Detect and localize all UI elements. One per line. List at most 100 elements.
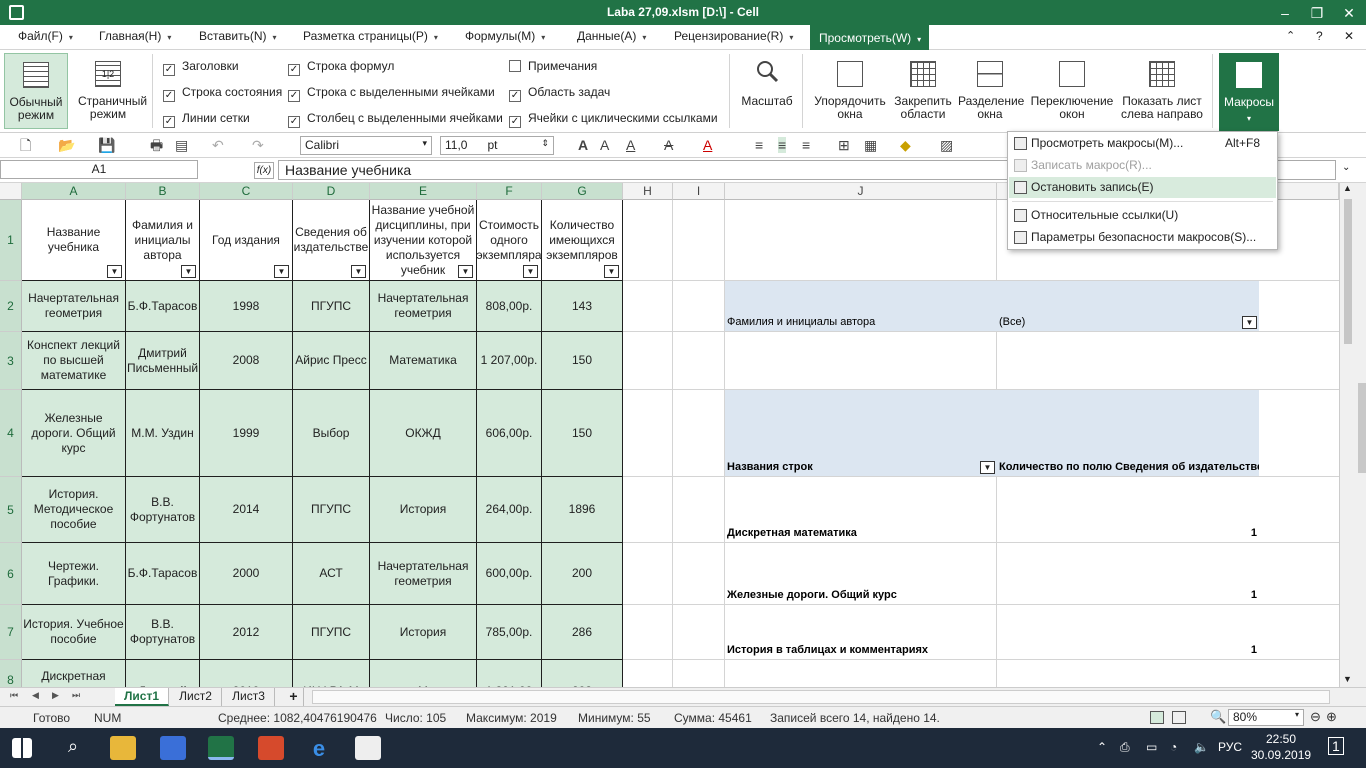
menu-page-layout[interactable]: Разметка страницы(P) ▾ — [303, 29, 438, 47]
close-doc-icon[interactable]: ✕ — [1344, 29, 1354, 47]
side-panel-toggle-icon[interactable] — [1358, 383, 1366, 473]
row-header[interactable]: 8 — [0, 660, 22, 687]
show-app-icon[interactable] — [258, 736, 284, 760]
menu-review[interactable]: Рецензирование(R) ▾ — [674, 29, 793, 47]
menu-file[interactable]: Файл(F) ▾ — [18, 29, 73, 47]
normal-mode-button[interactable]: Обычный режим — [4, 53, 68, 129]
table-cell[interactable]: ПГУПС — [293, 605, 370, 660]
rtl-sheet-button[interactable]: Показать лист слева направо — [1118, 53, 1206, 129]
search-icon[interactable]: ⌕ — [60, 736, 86, 760]
table-cell[interactable]: 2012 — [200, 605, 293, 660]
column-header[interactable]: C — [200, 183, 293, 200]
bold-font-icon[interactable]: A — [578, 137, 588, 153]
sheet-tab[interactable]: Лист3 — [223, 688, 275, 706]
column-header[interactable]: B — [126, 183, 200, 200]
pivot-row-dropdown-icon[interactable]: ▼ — [980, 461, 995, 474]
macros-button[interactable]: Макросы ▾ — [1219, 53, 1279, 131]
tab-nav-first-icon[interactable]: ⏮ — [10, 690, 18, 701]
table-cell[interactable]: М.М. Уздин — [126, 390, 200, 477]
fill-color-icon[interactable]: ◆ — [900, 137, 911, 153]
pivot-row-label[interactable]: Названия строк ▼ — [725, 390, 997, 476]
pivot-item-count[interactable]: 1 — [997, 605, 1259, 659]
zoom-in-icon[interactable]: ⊕ — [1326, 709, 1337, 725]
menu-view[interactable]: Просмотреть(W) ▾ — [810, 25, 930, 50]
vertical-scrollbar[interactable]: ▲ ▼ — [1339, 183, 1366, 687]
align-right-icon[interactable]: ≡ — [802, 137, 810, 153]
table-cell[interactable]: Дмитрий Письменный — [126, 332, 200, 390]
table-cell[interactable]: 286 — [542, 605, 623, 660]
check-status-bar[interactable]: ✓ Строка состояния — [163, 85, 282, 102]
expand-formula-icon[interactable]: ⌄ — [1342, 162, 1350, 173]
redo-icon[interactable]: ↷ — [252, 137, 264, 153]
table-header-cell[interactable]: Стоимость одного экземпляра ▼ — [477, 200, 542, 281]
table-cell[interactable]: ОКЖД — [370, 390, 477, 477]
merge-icon[interactable]: ⊞ — [838, 137, 850, 153]
table-cell[interactable]: 203 — [542, 660, 623, 687]
table-cell[interactable]: История. Методическое пособие — [22, 477, 126, 543]
notifications-icon[interactable]: 1 — [1328, 737, 1344, 755]
volume-icon[interactable]: 🔈 — [1194, 740, 1209, 754]
table-cell[interactable]: История. Учебное пособие — [22, 605, 126, 660]
start-icon[interactable] — [12, 738, 32, 758]
table-cell[interactable]: Начертательная геометрия — [370, 543, 477, 605]
undo-icon[interactable]: ↶ — [212, 137, 224, 153]
column-header[interactable]: E — [370, 183, 477, 200]
row-header[interactable]: 4 — [0, 390, 22, 477]
underline-icon[interactable]: A — [626, 137, 635, 153]
pivot-item-count[interactable]: 1 — [997, 543, 1259, 604]
filter-dropdown-icon[interactable]: ▼ — [107, 265, 122, 278]
table-cell[interactable]: Конспект лекций по высшей математике — [22, 332, 126, 390]
zoom-select[interactable]: 80% ▾ — [1228, 709, 1304, 726]
switch-windows-button[interactable]: Переключение окон — [1026, 53, 1118, 129]
normal-view-status-icon[interactable] — [1150, 711, 1164, 724]
column-header[interactable]: G — [542, 183, 623, 200]
check-highlight-column[interactable]: ✓ Столбец с выделенными ячейками — [288, 111, 503, 128]
font-color-icon[interactable]: A — [703, 137, 712, 153]
check-gridlines[interactable]: ✓ Линии сетки — [163, 111, 250, 128]
table-cell[interactable]: В.В. Фортунатов — [126, 477, 200, 543]
table-header-cell[interactable]: Год издания ▼ — [200, 200, 293, 281]
clock-time[interactable]: 22:50 — [1266, 732, 1296, 746]
pivot-item-name[interactable]: История в таблицах и комментариях — [725, 605, 997, 659]
minimize-button[interactable]: – — [1270, 3, 1300, 23]
font-size-input[interactable]: 11,0 pt ⇕ — [440, 136, 554, 155]
tray-usb-icon[interactable]: ⎙ — [1120, 740, 1130, 755]
row-header[interactable]: 2 — [0, 281, 22, 332]
table-cell[interactable]: ИНФРА-М — [293, 660, 370, 687]
table-header-cell[interactable]: Количество имеющихся экземпляров ▼ — [542, 200, 623, 281]
filter-dropdown-icon[interactable]: ▼ — [458, 265, 473, 278]
menu-home[interactable]: Главная(H) ▾ — [99, 29, 171, 47]
pattern-icon[interactable]: ▨ — [940, 137, 953, 153]
page-view-status-icon[interactable] — [1172, 711, 1186, 724]
table-cell[interactable]: М — [370, 660, 477, 687]
row-header[interactable]: 3 — [0, 332, 22, 390]
column-header[interactable]: I — [673, 183, 725, 200]
tab-nav-prev-icon[interactable]: ◀ — [32, 690, 39, 701]
tab-nav-next-icon[interactable]: ▶ — [52, 690, 59, 701]
column-header[interactable]: H — [623, 183, 673, 200]
table-cell[interactable]: 606,00р. — [477, 390, 542, 477]
open-file-icon[interactable]: 📂 — [58, 137, 75, 153]
scroll-down-icon[interactable]: ▼ — [1343, 674, 1352, 684]
add-sheet-icon[interactable]: + — [284, 688, 304, 706]
table-cell[interactable]: ПГУПС — [293, 281, 370, 332]
menu-item-record-macro[interactable]: Записать макрос(R)... — [1009, 155, 1276, 176]
table-cell[interactable]: 2008 — [200, 332, 293, 390]
table-header-cell[interactable]: Название учебной дисциплины, при изучени… — [370, 200, 477, 281]
table-cell[interactable]: Математика — [370, 332, 477, 390]
table-cell[interactable]: 1 207,00р. — [477, 332, 542, 390]
table-cell[interactable]: 2000 — [200, 543, 293, 605]
zoom-icon[interactable]: 🔍 — [1210, 709, 1226, 725]
scrollbar-thumb[interactable] — [1344, 199, 1352, 344]
menu-data[interactable]: Данные(A) ▾ — [577, 29, 646, 47]
pivot-item-count[interactable]: 1 — [997, 477, 1259, 542]
table-cell[interactable]: Начертательная геометрия — [22, 281, 126, 332]
table-cell[interactable]: 1998 — [200, 281, 293, 332]
table-cell[interactable]: Айрис Пресс — [293, 332, 370, 390]
name-box[interactable]: A1 — [0, 160, 198, 179]
table-cell[interactable]: Чертежи. Графики. — [22, 543, 126, 605]
align-left-icon[interactable]: ≡ — [755, 137, 763, 153]
language-indicator[interactable]: РУС — [1218, 740, 1242, 754]
table-cell[interactable]: 600,00р. — [477, 543, 542, 605]
print-icon[interactable]: 🖶 — [150, 137, 163, 153]
